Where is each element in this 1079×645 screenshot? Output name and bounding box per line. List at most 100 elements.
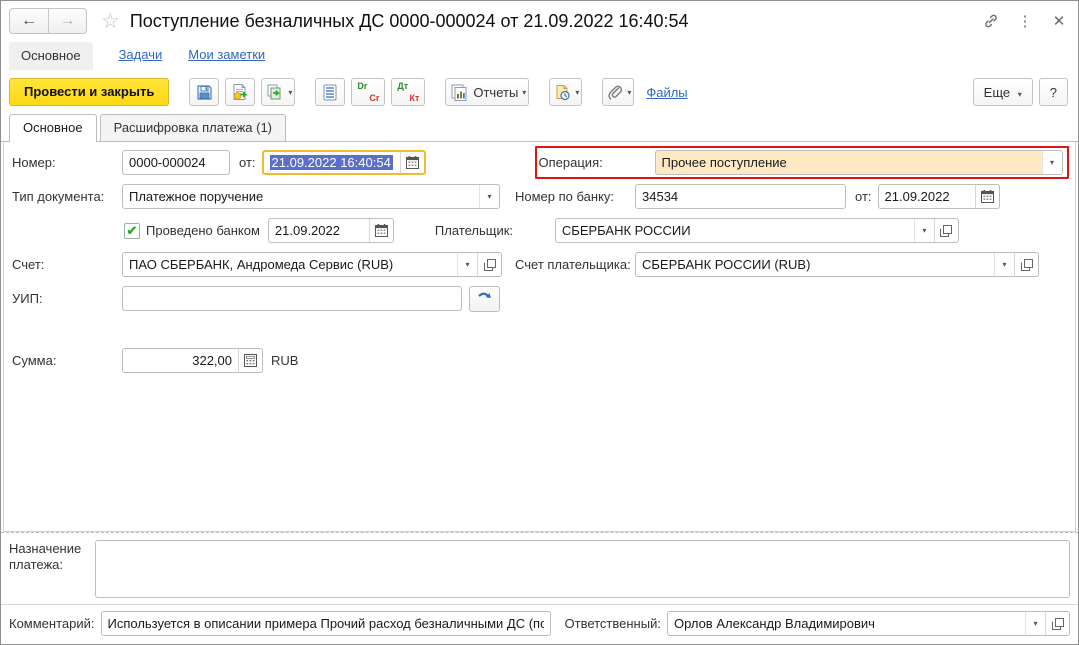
nav-item-notes[interactable]: Мои заметки (188, 47, 265, 70)
document-clock-icon (554, 84, 571, 101)
open-item-icon[interactable] (1045, 612, 1069, 635)
reports-icon (450, 84, 468, 101)
forward-button[interactable]: → (48, 9, 86, 33)
nav-item-tasks[interactable]: Задачи (119, 47, 163, 70)
date-input[interactable]: 21.09.2022 16:40:54 (261, 150, 426, 175)
payer-select[interactable]: СБЕРБАНК РОССИИ ▾ (554, 218, 959, 243)
open-item-icon[interactable] (1014, 253, 1038, 276)
responsible-select[interactable]: Орлов Александр Владимирович ▾ (666, 611, 1070, 636)
operation-label: Операция: (538, 155, 603, 170)
bank-date-input[interactable]: 21.09.2022 (877, 184, 1000, 209)
nav-row: Основное Задачи Мои заметки (1, 38, 1078, 70)
payment-purpose-section: Назначение платежа: (1, 532, 1078, 604)
responsible-value: Орлов Александр Владимирович (673, 616, 875, 631)
calendar-icon[interactable] (974, 185, 999, 208)
chevron-down-icon[interactable]: ▾ (479, 185, 499, 208)
calculator-icon[interactable] (238, 349, 262, 372)
help-button[interactable]: ? (1038, 78, 1068, 106)
curved-arrow-icon (477, 292, 492, 306)
currency-label: RUB (271, 353, 299, 368)
chevron-down-icon[interactable]: ▾ (994, 253, 1014, 276)
doc-type-select[interactable]: Платежное поручение ▾ (122, 184, 500, 209)
save-button[interactable] (189, 78, 220, 106)
tab-payment-breakdown[interactable]: Расшифровка платежа (1) (99, 114, 287, 141)
number-label: Номер: (12, 155, 56, 170)
open-item-icon[interactable] (477, 253, 501, 276)
bank-number-input[interactable] (635, 184, 846, 209)
bottom-row: Комментарий: Ответственный: Орлов Алекса… (1, 604, 1078, 644)
posted-by-bank-date-value: 21.09.2022 (274, 223, 340, 238)
amount-input[interactable] (122, 348, 263, 373)
payer-label: Плательщик: (434, 223, 514, 238)
chevron-down-icon[interactable]: ▾ (913, 219, 934, 242)
posted-by-bank-checkbox[interactable]: ✔ (124, 222, 140, 239)
chevron-down-icon[interactable]: ▾ (457, 253, 477, 276)
chevron-down-icon[interactable]: ▾ (1041, 151, 1062, 174)
uip-input-field[interactable] (123, 287, 461, 310)
payer-value: СБЕРБАНК РОССИИ (561, 223, 691, 238)
posted-by-bank-date-input[interactable]: 21.09.2022 (267, 218, 394, 243)
post-document-icon (231, 83, 249, 101)
titlebar-actions: ⋮ ✕ (982, 12, 1068, 30)
uip-fill-button[interactable] (469, 285, 500, 312)
operation-value: Прочее поступление (661, 155, 787, 170)
dt-label: Дт (397, 81, 409, 91)
comment-input[interactable] (100, 611, 551, 636)
register-list-icon (323, 84, 337, 101)
files-link[interactable]: Файлы (646, 85, 687, 100)
post-document-button[interactable] (225, 78, 256, 106)
tab-main[interactable]: Основное (9, 114, 97, 142)
uip-label: УИП: (12, 291, 43, 306)
account-select[interactable]: ПАО СБЕРБАНК, Андромеда Сервис (RUB) ▾ (122, 252, 502, 277)
post-and-close-button[interactable]: Провести и закрыть (9, 78, 170, 106)
number-input-field[interactable] (123, 151, 229, 174)
page-title: Поступление безналичных ДС 0000-000024 о… (129, 10, 689, 31)
amount-input-field[interactable] (123, 349, 238, 372)
number-input[interactable] (122, 150, 230, 175)
payer-account-select[interactable]: СБЕРБАНК РОССИИ (RUB) ▾ (635, 252, 1039, 277)
purpose-label: Назначение платежа: (9, 541, 82, 573)
history-buttons: ← → (9, 8, 87, 34)
bank-number-input-field[interactable] (636, 185, 845, 208)
bank-date-value: 21.09.2022 (884, 189, 950, 204)
comment-input-field[interactable] (101, 612, 550, 635)
date-value-selected: 21.09.2022 16:40:54 (269, 155, 393, 170)
chevron-down-icon: ▾ (522, 87, 527, 97)
dr-cr-button[interactable]: Dr Cr (351, 78, 386, 106)
open-item-icon[interactable] (933, 219, 958, 242)
more-button[interactable]: Еще ▾ (972, 78, 1033, 106)
title-bar: ← → ☆ Поступление безналичных ДС 0000-00… (1, 1, 1078, 38)
document-window: ← → ☆ Поступление безналичных ДС 0000-00… (0, 0, 1079, 645)
attachments-button[interactable]: ▾ (602, 78, 635, 106)
chevron-down-icon: ▾ (627, 87, 632, 97)
register-records-button[interactable] (315, 78, 346, 106)
create-based-on-icon (266, 83, 284, 101)
payer-account-label: Счет плательщика: (515, 257, 631, 272)
purpose-textarea[interactable] (95, 540, 1070, 598)
reports-label: Отчеты (473, 84, 519, 100)
account-value: ПАО СБЕРБАНК, Андромеда Сервис (RUB) (129, 257, 394, 272)
save-icon (196, 84, 213, 101)
doc-type-label: Тип документа: (12, 189, 105, 204)
nav-item-main[interactable]: Основное (9, 42, 93, 70)
date-label: от: (239, 155, 256, 170)
back-button[interactable]: ← (10, 9, 48, 33)
kt-label: Кт (409, 93, 420, 103)
uip-input[interactable] (122, 286, 462, 311)
favorite-star-icon[interactable]: ☆ (101, 11, 120, 32)
calendar-icon[interactable] (399, 152, 424, 173)
calendar-icon[interactable] (368, 219, 393, 242)
operation-select[interactable]: Прочее поступление ▾ (654, 150, 1063, 175)
comment-label: Комментарий: (9, 616, 95, 631)
reports-button[interactable]: Отчеты ▾ (445, 78, 530, 106)
change-history-button[interactable]: ▾ (549, 78, 583, 106)
chevron-down-icon[interactable]: ▾ (1025, 612, 1045, 635)
doc-type-value: Платежное поручение (129, 189, 264, 204)
tab-strip: Основное Расшифровка платежа (1) (1, 114, 1078, 142)
link-icon[interactable] (982, 12, 1000, 30)
toolbar: Провести и закрыть ▾ Dr Cr Дт Кт Отчеты … (1, 70, 1078, 114)
dt-kt-button[interactable]: Дт Кт (391, 78, 426, 106)
create-based-on-button[interactable]: ▾ (261, 78, 296, 106)
more-menu-icon[interactable]: ⋮ (1016, 12, 1034, 30)
close-icon[interactable]: ✕ (1050, 12, 1068, 30)
